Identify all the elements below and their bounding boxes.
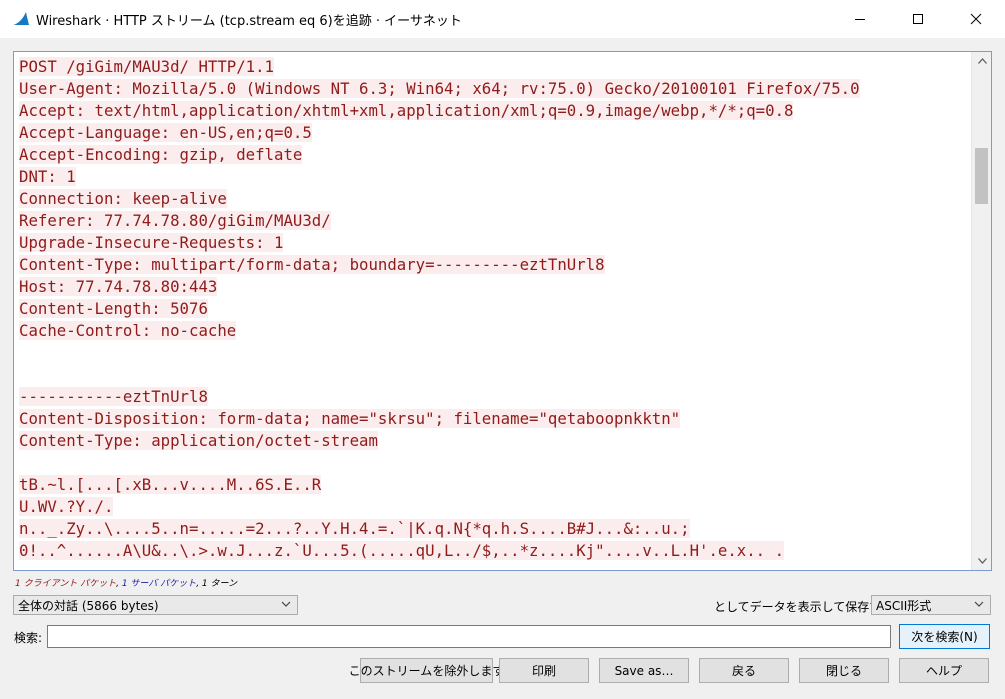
stream-line-text: Content-Disposition: form-data; name="sk… [19,409,681,428]
stream-text-view[interactable]: POST /giGim/MAU3d/ HTTP/1.1 User-Agent: M… [13,51,992,571]
stream-line-text: POST /giGim/MAU3d/ HTTP/1.1 [19,57,275,76]
close-icon [970,13,982,25]
stream-line-text: -----------eztTnUrl8 [19,387,208,406]
stream-line [19,364,969,386]
packet-stats: 1 クライアント パケット, 1 サーバ パケット, 1 ターン [15,576,237,589]
stream-line: Upgrade-Insecure-Requests: 1 [19,232,969,254]
stream-line: DNT: 1 [19,166,969,188]
stream-line: Connection: keep-alive [19,188,969,210]
stream-line-text: Accept-Language: en-US,en;q=0.5 [19,123,312,142]
print-button[interactable]: 印刷 [499,658,589,683]
format-select[interactable]: ASCII形式 [871,595,991,615]
minimize-button[interactable] [831,0,889,38]
conversation-select[interactable]: 全体の対話 (5866 bytes) [13,595,298,615]
stream-line [19,342,969,364]
stream-line: Content-Type: application/octet-stream [19,430,969,452]
maximize-button[interactable] [889,0,947,38]
chevron-down-icon [977,558,987,564]
stream-line: -----------eztTnUrl8 [19,386,969,408]
stream-line: n.._.Zy..\....5..n=.....=2...?..Y.H.4.=.… [19,518,969,540]
stream-line: POST /giGim/MAU3d/ HTTP/1.1 [19,56,969,78]
stream-line: Host: 77.74.78.80:443 [19,276,969,298]
maximize-icon [913,14,923,24]
stream-line-text: DNT: 1 [19,167,76,186]
stream-line-text: Cache-Control: no-cache [19,321,237,340]
window-controls [831,0,1005,38]
client-packets-label: 1 クライアント パケット [15,579,117,589]
turns-label: 1 ターン [201,579,238,589]
stream-line: Accept-Encoding: gzip, deflate [19,144,969,166]
stream-line-text: tB.~l.[...[.xB...v....M..6S.E..R [19,475,322,494]
save-as-button[interactable]: Save as… [599,658,689,683]
title-bar: Wireshark · HTTP ストリーム (tcp.stream eq 6)… [0,0,1005,38]
stream-line-text: Connection: keep-alive [19,189,227,208]
save-as-label: としてデータを表示して保存する [714,600,894,614]
help-button[interactable]: ヘルプ [899,658,989,683]
stream-line-text: Content-Type: multipart/form-data; bound… [19,255,605,274]
conversation-select-value: 全体の対話 (5866 bytes) [18,598,159,613]
stream-line: Content-Type: multipart/form-data; bound… [19,254,969,276]
stream-line-text: User-Agent: Mozilla/5.0 (Windows NT 6.3;… [19,79,860,98]
stream-line-text: n.._.Zy..\....5..n=.....=2...?..Y.H.4.=.… [19,519,690,538]
stream-line: tB.~l.[...[.xB...v....M..6S.E..R [19,474,969,496]
close-button[interactable]: 閉じる [799,658,889,683]
scroll-down-button[interactable] [972,552,991,570]
chevron-up-icon [977,58,987,64]
stream-line: 0!..^......A\U&..\.>.w.J...z.`U...5.(...… [19,540,969,562]
scroll-up-button[interactable] [972,52,991,70]
chevron-down-icon [974,601,984,607]
stream-line: U.WV.?Y./. [19,496,969,518]
stream-line-text: 0!..^......A\U&..\.>.w.J...z.`U...5.(...… [19,541,785,560]
server-packets-label: 1 サーバ パケット [121,579,197,589]
back-button[interactable]: 戻る [699,658,789,683]
chevron-down-icon [281,601,291,607]
wireshark-fin-icon [12,10,30,28]
stream-line-text: U.WV.?Y./. [19,497,114,516]
scroll-thumb[interactable] [975,148,988,204]
find-next-button[interactable]: 次を検索(N) [899,624,990,649]
stream-line-text: Accept-Encoding: gzip, deflate [19,145,303,164]
window-title: Wireshark · HTTP ストリーム (tcp.stream eq 6)… [36,13,462,29]
close-window-button[interactable] [947,0,1005,38]
stream-line: Accept-Language: en-US,en;q=0.5 [19,122,969,144]
stream-line: Content-Length: 5076 [19,298,969,320]
filter-out-stream-button[interactable]: このストリームを除外します [349,658,504,683]
search-input[interactable] [47,625,891,648]
minimize-icon [855,19,865,20]
stream-line-text: Host: 77.74.78.80:443 [19,277,218,296]
stream-content: POST /giGim/MAU3d/ HTTP/1.1 User-Agent: M… [19,56,969,562]
stream-line: Referer: 77.74.78.80/giGim/MAU3d/ [19,210,969,232]
stream-line: Accept: text/html,application/xhtml+xml,… [19,100,969,122]
vertical-scrollbar[interactable] [971,52,991,570]
format-select-value: ASCII形式 [876,598,932,613]
stream-line-text: Content-Length: 5076 [19,299,208,318]
stream-line-text: Upgrade-Insecure-Requests: 1 [19,233,284,252]
stream-line-text: Referer: 77.74.78.80/giGim/MAU3d/ [19,211,331,230]
stream-line: Content-Disposition: form-data; name="sk… [19,408,969,430]
stream-line-text: Content-Type: application/octet-stream [19,431,378,450]
stream-line [19,452,969,474]
search-label: 検索: [14,631,43,645]
stream-line-text: Accept: text/html,application/xhtml+xml,… [19,101,794,120]
stream-line: Cache-Control: no-cache [19,320,969,342]
stream-line: User-Agent: Mozilla/5.0 (Windows NT 6.3;… [19,78,969,100]
